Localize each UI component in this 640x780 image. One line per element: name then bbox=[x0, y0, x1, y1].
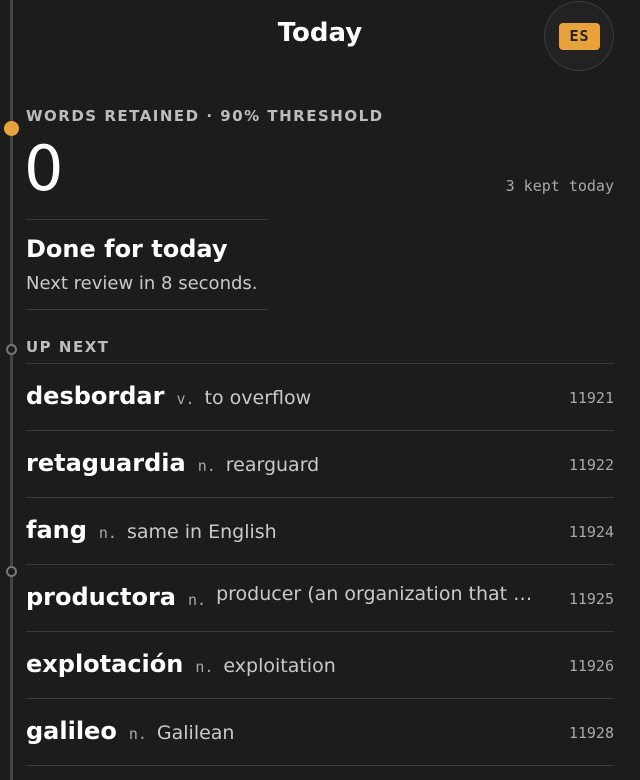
word-id: 11928 bbox=[568, 724, 614, 742]
language-badge: ES bbox=[559, 23, 600, 50]
word-row[interactable]: productora n. producer (an organization th… bbox=[26, 565, 614, 632]
word: explotación bbox=[26, 650, 184, 678]
status-subtitle: Next review in 8 seconds. bbox=[26, 273, 258, 294]
definition: to overflow bbox=[204, 387, 312, 409]
part-of-speech: v. bbox=[176, 390, 195, 408]
definition: Galilean bbox=[156, 722, 235, 744]
part-of-speech: n. bbox=[98, 524, 117, 542]
word: fang bbox=[26, 516, 87, 544]
timeline-dot bbox=[6, 344, 17, 355]
row-divider bbox=[26, 765, 614, 766]
word: retaguardia bbox=[26, 449, 186, 477]
page-title: Today bbox=[277, 18, 363, 48]
word-row[interactable]: fang n. same in English 11924 bbox=[26, 498, 614, 565]
word-id: 11925 bbox=[568, 590, 614, 608]
timeline-rail bbox=[10, 0, 13, 780]
word-row[interactable]: galileo n. Galilean 11928 bbox=[26, 699, 614, 766]
language-button[interactable]: ES bbox=[545, 2, 613, 70]
word-id: 11922 bbox=[568, 456, 614, 474]
word-row[interactable]: explotación n. exploitation 11926 bbox=[26, 632, 614, 699]
status-title: Done for today bbox=[26, 235, 228, 263]
words-retained-count: 0 bbox=[24, 132, 64, 205]
definition: rearguard bbox=[225, 454, 320, 476]
part-of-speech: n. bbox=[128, 725, 147, 743]
definition: exploitation bbox=[223, 655, 336, 677]
word-id: 11926 bbox=[568, 657, 614, 675]
stat-label: WORDS RETAINED · 90% THRESHOLD bbox=[26, 107, 384, 125]
word: desbordar bbox=[26, 382, 165, 410]
divider bbox=[26, 309, 268, 310]
part-of-speech: n. bbox=[188, 591, 207, 609]
divider bbox=[26, 219, 268, 220]
word-row[interactable]: desbordar v. to overflow 11921 bbox=[26, 364, 614, 431]
word-row[interactable]: retaguardia n. rearguard 11922 bbox=[26, 431, 614, 498]
word: productora bbox=[26, 583, 176, 611]
timeline-active-dot bbox=[4, 121, 19, 136]
word-id: 11921 bbox=[568, 389, 614, 407]
definition: producer (an organization that m… bbox=[216, 583, 547, 605]
kept-today-text: 3 kept today bbox=[505, 177, 614, 195]
word: galileo bbox=[26, 717, 117, 745]
part-of-speech: n. bbox=[197, 457, 216, 475]
timeline-dot bbox=[6, 566, 17, 577]
up-next-label: UP NEXT bbox=[26, 338, 110, 356]
word-id: 11924 bbox=[568, 523, 614, 541]
part-of-speech: n. bbox=[195, 658, 214, 676]
definition: same in English bbox=[126, 521, 277, 543]
